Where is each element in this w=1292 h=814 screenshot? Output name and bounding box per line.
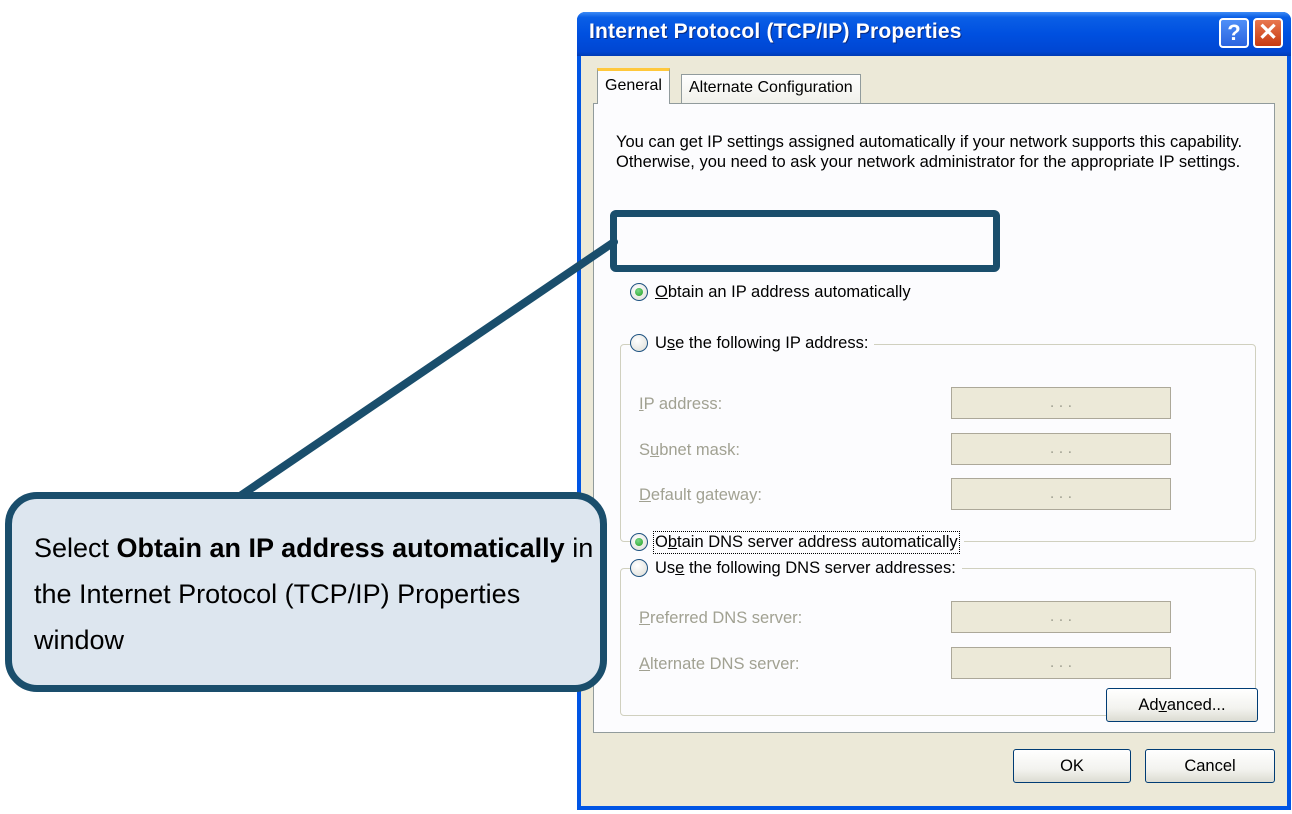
highlight-box	[610, 210, 1000, 272]
callout-text-bold: Obtain an IP address automatically	[116, 533, 565, 563]
instruction-callout: Select Obtain an IP address automaticall…	[5, 492, 607, 692]
callout-text-pre: Select	[34, 533, 117, 563]
